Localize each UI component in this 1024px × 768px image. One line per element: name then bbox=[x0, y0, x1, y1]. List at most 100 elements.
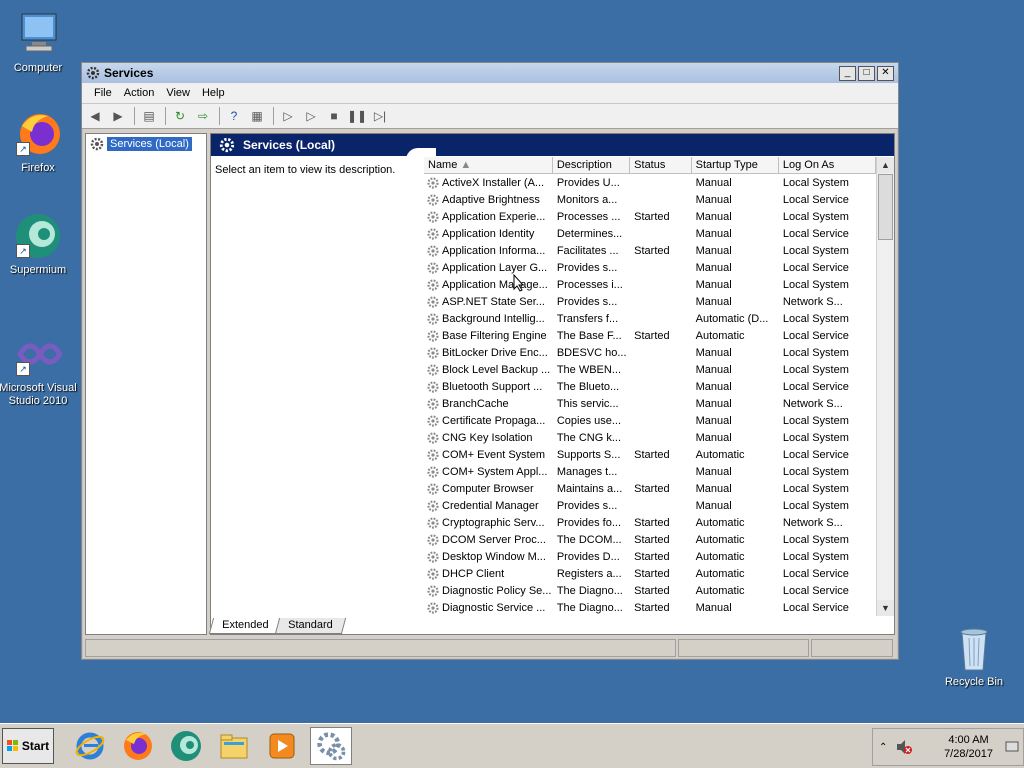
start-button[interactable]: Start bbox=[2, 728, 54, 764]
table-row[interactable]: Application Experie... Processes ... Start… bbox=[424, 208, 876, 225]
table-row[interactable]: Application Identity Determines... Manual L… bbox=[424, 225, 876, 242]
gear-icon bbox=[90, 137, 104, 151]
properties-icon[interactable]: ▦ bbox=[248, 107, 266, 125]
table-row[interactable]: Computer Browser Maintains a... Started Man… bbox=[424, 480, 876, 497]
menu-help[interactable]: Help bbox=[196, 87, 231, 99]
tree-item-services-local[interactable]: Services (Local) bbox=[90, 137, 206, 151]
scroll-down-icon[interactable]: ▼ bbox=[877, 600, 894, 616]
taskbar-services[interactable] bbox=[310, 727, 352, 765]
table-cell: The CNG k... bbox=[556, 431, 622, 444]
tab-extended[interactable]: Extended bbox=[208, 618, 282, 634]
back-icon[interactable]: ◀ bbox=[86, 107, 104, 125]
table-cell: Manual bbox=[695, 397, 732, 410]
column-header-name[interactable]: Name ▲ bbox=[424, 157, 553, 173]
window-titlebar[interactable]: Services _ □ ✕ bbox=[82, 63, 898, 83]
close-button[interactable]: ✕ bbox=[877, 65, 894, 81]
table-row[interactable]: BitLocker Drive Enc... BDESVC ho... Manual… bbox=[424, 344, 876, 361]
maximize-button[interactable]: □ bbox=[858, 65, 875, 81]
start-service-icon[interactable]: ▷ bbox=[279, 107, 297, 125]
show-desktop-icon[interactable] bbox=[1005, 741, 1019, 753]
table-row[interactable]: Base Filtering Engine The Base F... Starte… bbox=[424, 327, 876, 344]
table-row[interactable]: Application Manage... Processes i... Manua… bbox=[424, 276, 876, 293]
table-cell: Local Service bbox=[782, 261, 849, 274]
table-row[interactable]: BranchCache This servic... Manual Network S… bbox=[424, 395, 876, 412]
forward-icon[interactable]: ▶ bbox=[109, 107, 127, 125]
table-cell: Local System bbox=[782, 465, 849, 478]
pause-service-icon[interactable]: ❚❚ bbox=[347, 107, 367, 125]
desktop-icon-firefox[interactable]: ↗ Firefox bbox=[0, 110, 78, 175]
service-name: Computer Browser bbox=[442, 482, 534, 495]
table-cell: Local System bbox=[782, 414, 849, 427]
vertical-scrollbar[interactable]: ▲ ▼ bbox=[876, 157, 894, 616]
table-cell: Started bbox=[634, 533, 670, 546]
export-list-icon[interactable]: ⇨ bbox=[194, 107, 212, 125]
table-cell: Started bbox=[634, 482, 670, 495]
table-row[interactable]: Adaptive Brightness Monitors a... Manual Lo… bbox=[424, 191, 876, 208]
table-row[interactable]: Block Level Backup ... The WBEN... Manual L… bbox=[424, 361, 876, 378]
folder-icon bbox=[220, 734, 248, 759]
table-row[interactable]: ASP.NET State Ser... Provides s... Manual N… bbox=[424, 293, 876, 310]
scroll-up-icon[interactable]: ▲ bbox=[877, 157, 894, 173]
table-cell: Manual bbox=[695, 278, 732, 291]
table-row[interactable]: Diagnostic Service ... The Diagno... Start… bbox=[424, 599, 876, 616]
column-header-description[interactable]: Description bbox=[553, 157, 631, 173]
show-hidden-icons-icon[interactable]: ⌃ bbox=[879, 742, 887, 753]
tab-standard[interactable]: Standard bbox=[275, 618, 347, 634]
taskbar-media-player[interactable] bbox=[262, 728, 302, 764]
table-row[interactable]: Background Intellig... Transfers f... Auto… bbox=[424, 310, 876, 327]
table-row[interactable]: Application Informa... Facilitates ... Sta… bbox=[424, 242, 876, 259]
table-row[interactable]: DHCP Client Registers a... Started Automati… bbox=[424, 565, 876, 582]
start-service-alt-icon[interactable]: ▷ bbox=[302, 107, 320, 125]
table-row[interactable]: Certificate Propaga... Copies use... Manua… bbox=[424, 412, 876, 429]
desktop-icon-supermium[interactable]: ↗ Supermium bbox=[0, 212, 78, 277]
desktop-icon-visual-studio[interactable]: ↗ Microsoft Visual Studio 2010 bbox=[0, 330, 78, 408]
taskbar-supermium[interactable] bbox=[166, 728, 206, 764]
table-cell: Diagnostic Service ... bbox=[424, 601, 553, 615]
taskbar-firefox[interactable] bbox=[118, 728, 158, 764]
help-icon[interactable]: ? bbox=[225, 107, 243, 125]
table-cell: Provides D... bbox=[556, 550, 620, 563]
table-cell: Started bbox=[634, 550, 670, 563]
table-row[interactable]: CNG Key Isolation The CNG k... Manual Local… bbox=[424, 429, 876, 446]
table-row[interactable]: Cryptographic Serv... Provides fo... Start… bbox=[424, 514, 876, 531]
table-cell: Local System bbox=[782, 482, 849, 495]
clock[interactable]: 4:00 AM 7/28/2017 bbox=[944, 733, 993, 761]
minimize-button[interactable]: _ bbox=[839, 65, 856, 81]
taskbar-internet-explorer[interactable] bbox=[70, 728, 110, 764]
table-cell: Local System bbox=[782, 244, 849, 257]
scroll-thumb[interactable] bbox=[878, 174, 893, 240]
table-row[interactable]: Credential Manager Provides s... Manual Loc… bbox=[424, 497, 876, 514]
table-row[interactable]: Application Layer G... Provides s... Manua… bbox=[424, 259, 876, 276]
desktop-icon-recycle-bin[interactable]: Recycle Bin bbox=[934, 624, 1014, 689]
table-row[interactable]: COM+ System Appl... Manages t... Manual Loc… bbox=[424, 463, 876, 480]
gear-icon bbox=[427, 380, 439, 393]
table-row[interactable]: ActiveX Installer (A... Provides U... Manu… bbox=[424, 174, 876, 191]
table-cell: Processes i... bbox=[556, 278, 623, 291]
table-row[interactable]: Desktop Window M... Provides D... Started A… bbox=[424, 548, 876, 565]
table-cell: Provides fo... bbox=[556, 516, 622, 529]
taskbar: Start ⌃ 4:00 AM 7/28/2017 bbox=[0, 723, 1024, 768]
menu-file[interactable]: File bbox=[88, 87, 118, 99]
gear-icon bbox=[427, 261, 439, 274]
restart-service-icon[interactable]: ▷| bbox=[371, 107, 389, 125]
show-hide-console-tree-icon[interactable]: ▤ bbox=[140, 107, 158, 125]
stop-service-icon[interactable]: ■ bbox=[325, 107, 343, 125]
desktop-icon-computer[interactable]: Computer bbox=[0, 10, 78, 75]
refresh-icon[interactable]: ↻ bbox=[171, 107, 189, 125]
table-cell: Facilitates ... bbox=[556, 244, 619, 257]
table-row[interactable]: Diagnostic Policy Se... The Diagno... Star… bbox=[424, 582, 876, 599]
column-header-startup-type[interactable]: Startup Type bbox=[692, 157, 779, 173]
table-cell: Started bbox=[634, 584, 670, 597]
menu-action[interactable]: Action bbox=[118, 87, 161, 99]
column-header-log-on-as[interactable]: Log On As bbox=[779, 157, 877, 173]
speaker-muted-icon[interactable] bbox=[895, 739, 913, 755]
table-cell: Started bbox=[634, 601, 670, 614]
table-row[interactable]: COM+ Event System Supports S... Started Aut… bbox=[424, 446, 876, 463]
taskbar-explorer[interactable] bbox=[214, 728, 254, 764]
menu-view[interactable]: View bbox=[160, 87, 196, 99]
table-row[interactable]: Bluetooth Support ... The Blueto... Manual… bbox=[424, 378, 876, 395]
gear-icon bbox=[427, 244, 439, 257]
table-row[interactable]: DCOM Server Proc... The DCOM... Started Aut… bbox=[424, 531, 876, 548]
column-header-status[interactable]: Status bbox=[630, 157, 692, 173]
status-panel bbox=[678, 639, 810, 657]
